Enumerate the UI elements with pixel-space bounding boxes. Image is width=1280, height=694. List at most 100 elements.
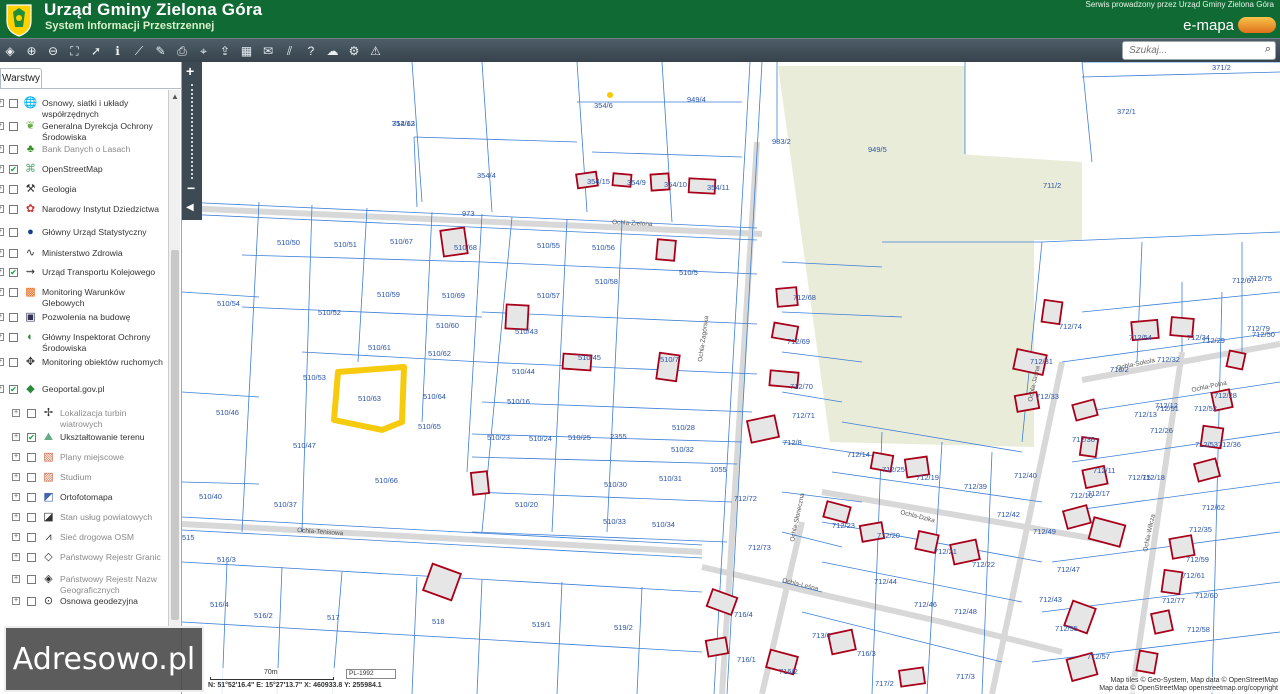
app-subtitle: System Informacji Przestrzennej [45,20,215,32]
layer-checkbox[interactable] [9,313,18,322]
parcel-label: 516/4 [210,600,229,609]
parcel-label: 711/2 [1043,181,1061,190]
hatch-icon[interactable]: ⫽ [280,41,300,61]
layer-checkbox[interactable] [9,249,18,258]
expand-icon[interactable]: + [0,165,4,173]
parcel-label: 712/28 [1214,391,1237,400]
layer-checkbox[interactable] [27,473,36,482]
expand-icon[interactable]: + [12,597,20,605]
layers-scrollbar[interactable]: ▲ [168,90,180,626]
expand-icon[interactable]: + [0,249,4,257]
expand-icon[interactable]: + [0,145,4,153]
warning-icon[interactable]: ⚠ [366,41,386,61]
layers-icon[interactable]: ◈ [0,41,20,61]
help-icon[interactable]: ? [301,41,321,61]
layer-checkbox[interactable] [27,409,36,418]
parcel-label: 712/43 [1039,595,1062,604]
scroll-thumb[interactable] [171,250,179,620]
expand-icon[interactable]: + [0,205,4,213]
expand-icon[interactable]: + [0,385,4,393]
expand-icon[interactable]: + [0,313,4,321]
map-view[interactable]: 354/12 354/6 949/4 371/2 372/1 983/2 949/5 354/… [182,62,1280,694]
zoom-out-icon[interactable]: ⊖ [43,41,63,61]
parcel-label: 354/9 [627,178,646,187]
expand-icon[interactable]: + [0,358,4,366]
search-box[interactable]: ⌕ [1122,41,1276,60]
export-icon[interactable]: ⇪ [215,41,235,61]
layer-label: Monitoring obiektów ruchomych [42,357,163,367]
measure-area-icon[interactable]: ✎ [151,41,171,61]
layer-checkbox[interactable]: ✔ [9,385,18,394]
collapse-panel-icon[interactable]: ◀ [186,202,194,213]
layer-checkbox[interactable] [27,453,36,462]
expand-icon[interactable]: + [12,473,20,481]
layer-checkbox[interactable] [9,99,18,108]
layer-checkbox[interactable]: ✔ [27,433,36,442]
search-input[interactable] [1123,42,1253,59]
parcel-label: 712/69 [787,337,810,346]
parcel-label: 510/51 [334,240,357,249]
info-icon[interactable]: ℹ [108,41,128,61]
expand-icon[interactable]: + [12,409,20,417]
expand-icon[interactable]: + [12,433,20,441]
layer-checkbox[interactable] [9,288,18,297]
parcel-label: 510/62 [428,349,451,358]
parcel-label: 712/13 [1134,410,1157,419]
layer-checkbox[interactable] [27,533,36,542]
layer-checkbox[interactable] [27,597,36,606]
layer-checkbox[interactable] [9,205,18,214]
expand-icon[interactable]: + [0,228,4,236]
layer-checkbox[interactable]: ✔ [9,268,18,277]
expand-icon[interactable]: + [0,333,4,341]
expand-icon[interactable]: + [12,513,20,521]
map-canvas[interactable]: 354/12354/6949/4371/2372/1983/2949/5354/… [182,62,1280,694]
comment-icon[interactable]: ✉ [258,41,278,61]
expand-icon[interactable]: + [0,99,4,107]
layer-checkbox[interactable] [9,228,18,237]
building [1192,457,1222,483]
projection-select[interactable]: PL-1992 [346,669,396,679]
search-icon[interactable]: ⌕ [1265,43,1271,56]
layer-label: Główny Inspektorat Ochrony Środowiska [42,332,151,353]
expand-icon[interactable]: + [0,268,4,276]
location-icon[interactable]: ⌖ [194,41,214,61]
expand-icon[interactable]: + [12,493,20,501]
cloud-icon[interactable]: ☁ [323,41,343,61]
layer-checkbox[interactable] [27,575,36,584]
zoom-slider[interactable] [191,84,193,179]
layout-icon[interactable]: ▦ [237,41,257,61]
parcel-label: 354/15 [587,177,610,186]
parcel-label: 510/5 [679,268,698,277]
parcel-label: 712/51 [1156,404,1179,413]
pointer-icon[interactable]: ➚ [86,41,106,61]
print-icon[interactable]: ⎙ [172,41,192,61]
measure-distance-icon[interactable]: ⟋ [129,41,149,61]
scroll-up-icon[interactable]: ▲ [171,92,179,101]
zoom-extent-icon[interactable]: ⛶ [65,41,85,61]
layer-checkbox[interactable] [9,122,18,131]
expand-icon[interactable]: + [12,575,20,583]
expand-icon[interactable]: + [0,288,4,296]
layer-checkbox[interactable] [9,333,18,342]
layer-checkbox[interactable] [9,145,18,154]
zoom-out-button[interactable]: − [187,180,195,196]
layer-checkbox[interactable] [9,358,18,367]
expand-icon[interactable]: + [12,453,20,461]
tab-layers[interactable]: Warstwy [0,68,42,88]
building [1087,516,1127,548]
zoom-in-icon[interactable]: ⊕ [22,41,42,61]
layer-checkbox[interactable] [27,513,36,522]
layer-checkbox[interactable] [27,493,36,502]
parcel-label: 517 [327,613,340,622]
expand-icon[interactable]: + [12,553,20,561]
expand-icon[interactable]: + [0,122,4,130]
layer-checkbox[interactable]: ✔ [9,165,18,174]
building [1040,298,1064,326]
parcel-label: 354/4 [477,171,496,180]
layer-checkbox[interactable] [27,553,36,562]
expand-icon[interactable]: + [0,185,4,193]
layer-checkbox[interactable] [9,185,18,194]
expand-icon[interactable]: + [12,533,20,541]
zoom-in-button[interactable]: + [186,63,194,79]
settings-icon[interactable]: ⚙ [344,41,364,61]
